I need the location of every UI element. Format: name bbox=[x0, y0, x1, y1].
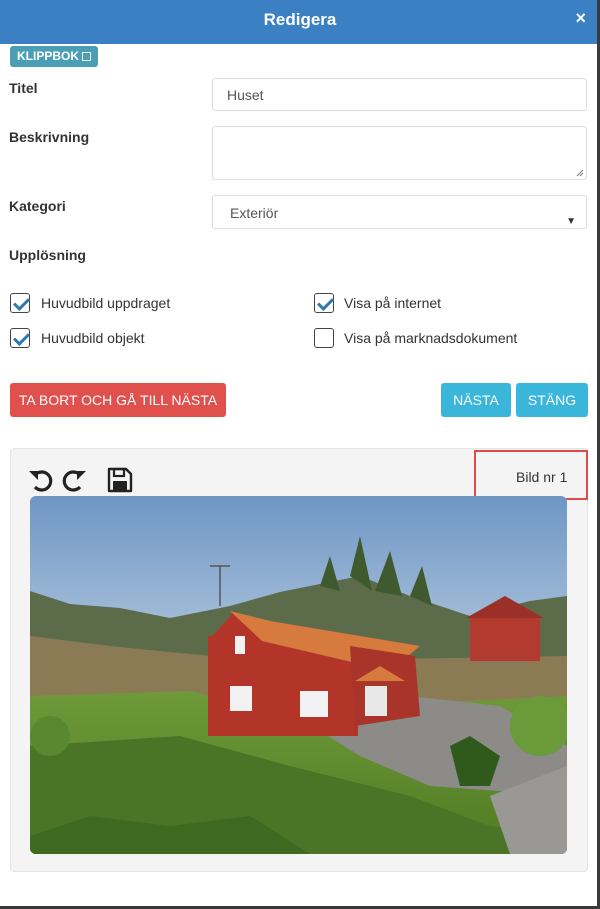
visa-marknadsdokument-checkbox[interactable] bbox=[314, 328, 334, 348]
beskrivning-label: Beskrivning bbox=[9, 129, 90, 145]
resize-handle-icon[interactable] bbox=[576, 169, 584, 177]
klippbok-button[interactable]: KLIPPBOK bbox=[10, 46, 99, 67]
chevron-down-icon: ▼ bbox=[566, 216, 576, 227]
huvudbild-uppdraget-checkbox[interactable] bbox=[10, 293, 30, 313]
visa-marknadsdokument-label: Visa på marknadsdokument bbox=[344, 330, 518, 346]
dialog-title: Redigera bbox=[263, 10, 337, 29]
upplosning-label: Upplösning bbox=[9, 247, 86, 263]
klippbok-label: KLIPPBOK bbox=[17, 49, 80, 63]
kategori-value: Exteriör bbox=[230, 205, 279, 221]
visa-internet-label: Visa på internet bbox=[344, 295, 442, 311]
huvudbild-uppdraget-label: Huvudbild uppdraget bbox=[41, 295, 171, 311]
rotate-right-icon[interactable] bbox=[60, 467, 88, 493]
titel-label: Titel bbox=[9, 80, 38, 96]
huvudbild-objekt-checkbox[interactable] bbox=[10, 328, 30, 348]
close-button[interactable]: STÄNG bbox=[516, 383, 588, 417]
huvudbild-objekt-label: Huvudbild objekt bbox=[41, 330, 145, 346]
save-icon[interactable] bbox=[107, 467, 133, 493]
beskrivning-textarea[interactable] bbox=[212, 126, 587, 180]
next-button[interactable]: NÄSTA bbox=[441, 383, 511, 417]
dialog-header: Redigera × bbox=[0, 0, 600, 44]
kategori-label: Kategori bbox=[9, 198, 66, 214]
book-icon bbox=[82, 52, 92, 61]
kategori-select[interactable]: Exteriör ▼ bbox=[212, 195, 587, 229]
rotate-left-icon[interactable] bbox=[27, 467, 55, 493]
delete-and-next-button[interactable]: TA BORT OCH GÅ TILL NÄSTA bbox=[10, 383, 226, 417]
bild-nr-label: Bild nr 1 bbox=[516, 469, 568, 485]
property-photo bbox=[30, 496, 567, 854]
visa-internet-checkbox[interactable] bbox=[314, 293, 334, 313]
close-icon[interactable]: × bbox=[575, 8, 586, 29]
titel-input[interactable]: Huset bbox=[212, 78, 587, 111]
